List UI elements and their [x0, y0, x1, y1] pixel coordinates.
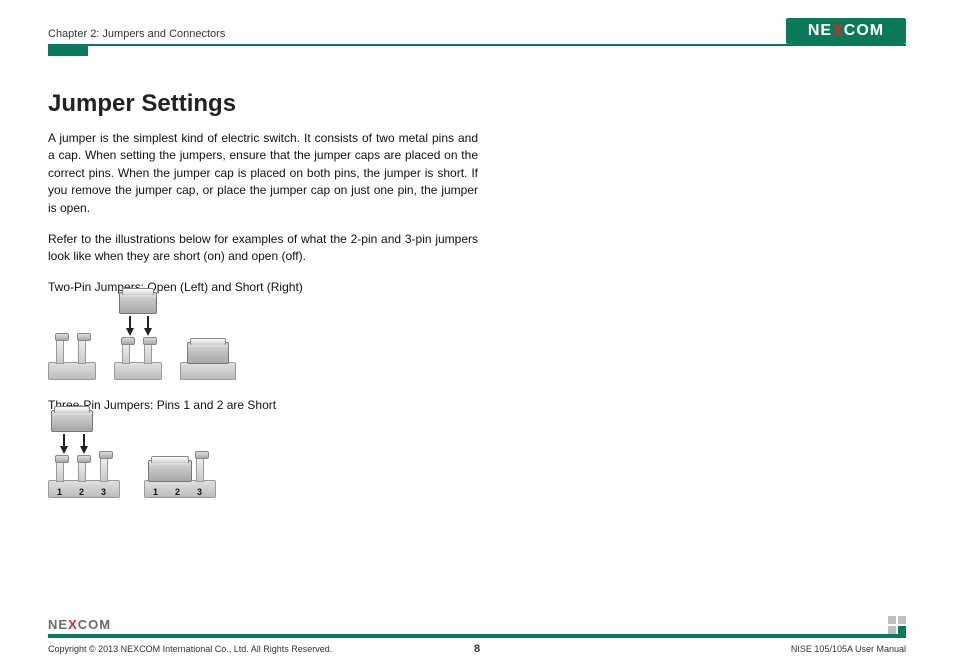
- jumper-cap-icon: [148, 460, 192, 482]
- manual-name: NISE 105/105A User Manual: [791, 644, 906, 654]
- square-icon: [888, 626, 896, 634]
- logo-text: NEXCOM: [808, 22, 884, 40]
- jumper-pin-icon: [144, 342, 152, 364]
- square-icon: [898, 616, 906, 624]
- pin-label: 1: [153, 487, 158, 497]
- two-pin-short-unit: [180, 320, 236, 380]
- square-icon: [898, 626, 906, 634]
- footer-logo-post: COM: [78, 617, 111, 632]
- pin-label: 1: [57, 487, 62, 497]
- jumper-pin-icon: [100, 456, 108, 482]
- header-rule: [48, 44, 906, 46]
- three-pin-figure: 1 2 3 1 2 3: [48, 418, 478, 498]
- logo-post: COM: [844, 22, 884, 39]
- jumper-pin-icon: [56, 338, 64, 364]
- jumper-cap-icon: [51, 410, 93, 432]
- jumper-pin-icon: [196, 456, 204, 482]
- jumper-base-icon: [114, 362, 162, 380]
- footer-nexcom-logo: NEXCOM: [48, 617, 111, 632]
- footer-squares-icon: [888, 616, 906, 634]
- jumper-base-icon: [48, 362, 96, 380]
- arrow-down-icon: [80, 446, 88, 454]
- page-header: Chapter 2: Jumpers and Connectors NEXCOM: [48, 14, 906, 44]
- pin-label: 2: [175, 487, 180, 497]
- page-number: 8: [474, 643, 480, 655]
- footer-logo-x-icon: X: [68, 617, 78, 632]
- logo-pre: NE: [808, 22, 832, 39]
- two-pin-figure: [48, 300, 478, 380]
- arrow-down-icon: [144, 328, 152, 336]
- footer-logo-pre: NE: [48, 617, 68, 632]
- three-pin-row: 1 2 3 1 2 3: [48, 418, 478, 498]
- intro-paragraph-1: A jumper is the simplest kind of electri…: [48, 130, 478, 217]
- three-pin-hover-unit: 1 2 3: [48, 418, 126, 498]
- pin-label: 2: [79, 487, 84, 497]
- square-icon: [888, 616, 896, 624]
- footer-bar: Copyright © 2013 NEXCOM International Co…: [48, 644, 906, 654]
- two-pin-cap-hover-unit: [114, 300, 162, 380]
- two-pin-row: [48, 300, 478, 380]
- logo-x-icon: X: [832, 22, 844, 40]
- three-pin-caption: Three-Pin Jumpers: Pins 1 and 2 are Shor…: [48, 398, 478, 412]
- arrow-down-icon: [60, 446, 68, 454]
- jumper-pin-icon: [56, 460, 64, 482]
- pin-label: 3: [101, 487, 106, 497]
- three-pin-short-unit: 1 2 3: [144, 438, 222, 498]
- pin-label: 3: [197, 487, 202, 497]
- jumper-cap-icon: [187, 342, 229, 364]
- chapter-label: Chapter 2: Jumpers and Connectors: [48, 28, 225, 44]
- copyright-text: Copyright © 2013 NEXCOM International Co…: [48, 644, 332, 654]
- jumper-cap-icon: [119, 292, 157, 314]
- main-content: Jumper Settings A jumper is the simplest…: [48, 90, 478, 516]
- footer-rule: [48, 634, 906, 638]
- jumper-pin-icon: [122, 342, 130, 364]
- page-title: Jumper Settings: [48, 90, 478, 118]
- intro-paragraph-2: Refer to the illustrations below for exa…: [48, 231, 478, 266]
- arrow-down-icon: [126, 328, 134, 336]
- nexcom-logo: NEXCOM: [786, 18, 906, 44]
- header-tab: [48, 46, 88, 56]
- two-pin-caption: Two-Pin Jumpers: Open (Left) and Short (…: [48, 280, 478, 294]
- two-pin-open-unit: [48, 320, 96, 380]
- jumper-pin-icon: [78, 460, 86, 482]
- jumper-pin-icon: [78, 338, 86, 364]
- jumper-base-icon: [180, 362, 236, 380]
